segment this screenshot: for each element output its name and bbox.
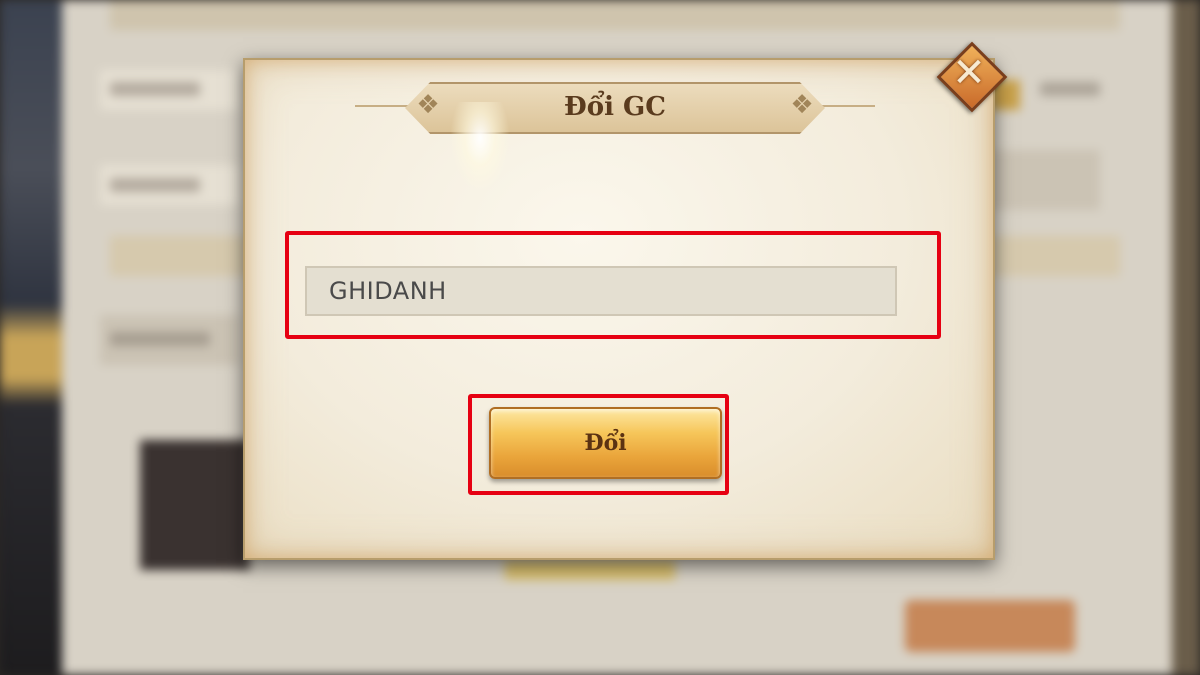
background-text [110, 332, 210, 346]
exchange-button[interactable]: Đổi [489, 407, 722, 479]
background-top-bar [110, 0, 1120, 30]
background-portrait [140, 440, 250, 570]
background-left-edge [0, 0, 62, 675]
gift-code-input[interactable]: GHIDANH [305, 266, 897, 316]
background-text [110, 178, 200, 192]
background-right-edge [1172, 0, 1200, 675]
sparkle-effect [450, 102, 510, 192]
close-icon: ✕ [952, 50, 986, 96]
background-orange-button [905, 600, 1075, 652]
background-text [1040, 82, 1100, 96]
close-button[interactable]: ✕ [936, 41, 1008, 113]
background-text [110, 82, 200, 96]
background-footer-strip [505, 560, 675, 580]
background-block [990, 150, 1100, 210]
